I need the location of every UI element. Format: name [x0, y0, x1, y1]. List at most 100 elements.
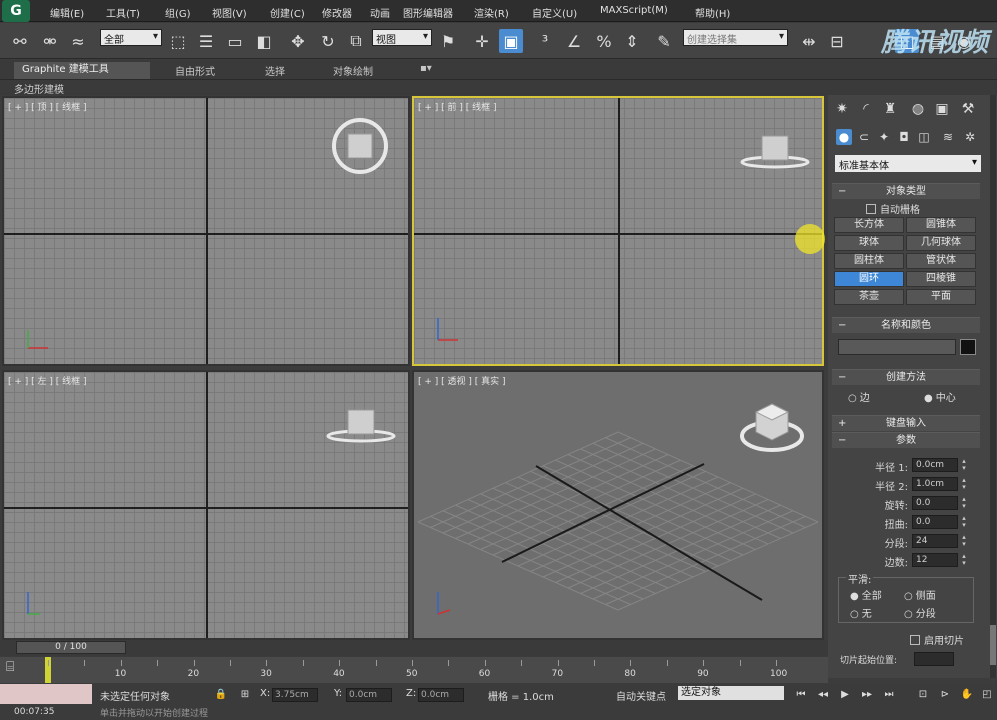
viewport-label[interactable]: [ + ] [ 前 ] [ 线框 ] [418, 100, 497, 113]
object-color-swatch[interactable] [960, 339, 976, 355]
lights-icon[interactable]: ✦ [876, 129, 892, 145]
percent-snap-icon[interactable]: % [592, 29, 616, 53]
snaps-toggle-icon[interactable]: ³ [533, 29, 557, 53]
bind-space-warp-icon[interactable]: ≈ [66, 29, 90, 53]
selection-filter-select[interactable]: 全部 [100, 29, 162, 46]
goto-end-icon[interactable]: ⏭ [882, 688, 896, 702]
viewport-left[interactable]: [ + ] [ 左 ] [ 线框 ] [2, 370, 410, 640]
systems-icon[interactable]: ✲ [962, 129, 978, 145]
menu-modifiers[interactable]: 修改器 [322, 5, 352, 20]
radius2-input[interactable]: 1.0cm [912, 477, 958, 491]
unlink-icon[interactable]: ⚮ [38, 29, 62, 53]
plane-button[interactable]: 平面 [906, 289, 976, 305]
track-bar[interactable]: ⌸ 10 20 30 40 50 60 70 80 90 100 [0, 657, 828, 683]
sphere-button[interactable]: 球体 [834, 235, 904, 251]
align-icon[interactable]: ⊟ [825, 29, 849, 53]
pan-view-icon[interactable]: ✋ [960, 688, 974, 702]
rollout-name-color[interactable]: − 名称和颜色 [832, 317, 980, 333]
rotate-icon[interactable]: ↻ [316, 29, 340, 53]
maximize-viewport-icon[interactable]: ◰ [980, 688, 994, 702]
angle-snap-icon[interactable]: ∠ [562, 29, 586, 53]
viewport-label[interactable]: [ + ] [ 顶 ] [ 线框 ] [8, 100, 87, 113]
modify-tab-icon[interactable]: ◜ [856, 99, 876, 119]
menu-customize[interactable]: 自定义(U) [532, 5, 577, 20]
box-button[interactable]: 长方体 [834, 217, 904, 233]
pivot-center-icon[interactable]: ⚑ [436, 29, 460, 53]
tab-graphite[interactable]: Graphite 建模工具 [14, 62, 150, 79]
next-frame-icon[interactable]: ▸▸ [860, 688, 874, 702]
create-tab-icon[interactable]: ✷ [832, 99, 852, 119]
menu-edit[interactable]: 编辑(E) [50, 5, 84, 20]
tab-object-paint[interactable]: 对象绘制 [333, 63, 373, 78]
rollout-parameters[interactable]: − 参数 [832, 432, 980, 448]
smooth-all-radio[interactable]: 全部 [850, 587, 882, 602]
tube-button[interactable]: 管状体 [906, 253, 976, 269]
viewcube-icon[interactable] [330, 116, 390, 176]
x-coord-input[interactable]: 3.75cm [272, 688, 318, 702]
prev-frame-icon[interactable]: ◂◂ [816, 688, 830, 702]
torus-button[interactable]: 圆环 [834, 271, 904, 287]
motion-tab-icon[interactable]: ◍ [908, 99, 928, 119]
app-logo[interactable]: G [2, 0, 30, 22]
rollout-object-type[interactable]: − 对象类型 [832, 183, 980, 199]
viewport-front[interactable]: [ + ] [ 前 ] [ 线框 ] [412, 96, 824, 366]
segments-input[interactable]: 24 [912, 534, 958, 548]
shapes-icon[interactable]: ⊂ [856, 129, 872, 145]
center-radio[interactable]: 中心 [924, 389, 956, 404]
helpers-icon[interactable]: ◫ [916, 129, 932, 145]
hierarchy-tab-icon[interactable]: ♜ [880, 99, 900, 119]
category-select[interactable]: 标准基本体 [835, 155, 981, 172]
slice-on-checkbox[interactable]: 启用切片 [910, 632, 964, 647]
link-icon[interactable]: ⚯ [8, 29, 32, 53]
sides-input[interactable]: 12 [912, 553, 958, 567]
rotation-spinner[interactable]: ▴ ▾ [960, 496, 968, 510]
tab-freeform[interactable]: 自由形式 [175, 63, 215, 78]
menu-tools[interactable]: 工具(T) [106, 5, 140, 20]
move-icon[interactable]: ✥ [286, 29, 310, 53]
menu-animation[interactable]: 动画 [370, 5, 390, 20]
autogrid-checkbox[interactable]: 自动栅格 [866, 201, 920, 216]
select-by-name-icon[interactable]: ☰ [194, 29, 218, 53]
absolute-mode-icon[interactable]: ⊞ [238, 688, 252, 702]
geosphere-button[interactable]: 几何球体 [906, 235, 976, 251]
viewport-perspective[interactable]: [ + ] [ 透视 ] [ 真实 ] [412, 370, 824, 640]
segments-spinner[interactable]: ▴ ▾ [960, 534, 968, 548]
smooth-none-radio[interactable]: 无 [850, 605, 872, 620]
cameras-icon[interactable]: ◘ [896, 129, 912, 145]
goto-start-icon[interactable]: ⏮ [794, 688, 808, 702]
slice-from-input[interactable] [914, 652, 954, 666]
viewport-label[interactable]: [ + ] [ 左 ] [ 线框 ] [8, 374, 87, 387]
menu-create[interactable]: 创建(C) [270, 5, 305, 20]
ref-coord-select[interactable]: 视图 [372, 29, 432, 46]
utilities-tab-icon[interactable]: ⚒ [958, 99, 978, 119]
field-of-view-icon[interactable]: ⊳ [938, 688, 952, 702]
cylinder-button[interactable]: 圆柱体 [834, 253, 904, 269]
spacewarps-icon[interactable]: ≋ [940, 129, 956, 145]
viewcube-icon[interactable] [740, 128, 810, 170]
rect-selection-icon[interactable]: ▭ [223, 29, 247, 53]
radius1-spinner[interactable]: ▴ ▾ [960, 458, 968, 472]
cone-button[interactable]: 圆锥体 [906, 217, 976, 233]
ribbon-subtitle[interactable]: 多边形建模 [14, 81, 64, 96]
twist-input[interactable]: 0.0 [912, 515, 958, 529]
scrollbar-thumb[interactable] [990, 625, 996, 665]
smooth-segment-radio[interactable]: 分段 [904, 605, 936, 620]
time-slider[interactable]: 0 / 100 [0, 640, 828, 656]
ribbon-options-icon[interactable]: ▪▾ [420, 63, 432, 74]
teapot-button[interactable]: 茶壶 [834, 289, 904, 305]
named-selection-select[interactable]: 创建选择集 [683, 29, 788, 46]
pyramid-button[interactable]: 四棱锥 [906, 271, 976, 287]
radius1-input[interactable]: 0.0cm [912, 458, 958, 472]
viewcube-icon[interactable] [326, 402, 396, 444]
window-crossing-icon[interactable]: ◧ [252, 29, 276, 53]
sides-spinner[interactable]: ▴ ▾ [960, 553, 968, 567]
tab-selection[interactable]: 选择 [265, 63, 285, 78]
play-icon[interactable]: ▶ [838, 688, 852, 702]
geometry-icon[interactable]: ● [836, 129, 852, 145]
lock-selection-icon[interactable]: 🔒 [214, 688, 228, 702]
select-manipulate-icon[interactable]: ✛ [470, 29, 494, 53]
y-coord-input[interactable]: 0.0cm [346, 688, 392, 702]
key-filter-select[interactable]: 选定对象 [678, 686, 784, 700]
scale-icon[interactable]: ⧉ [344, 29, 368, 53]
smooth-side-radio[interactable]: 侧面 [904, 587, 936, 602]
